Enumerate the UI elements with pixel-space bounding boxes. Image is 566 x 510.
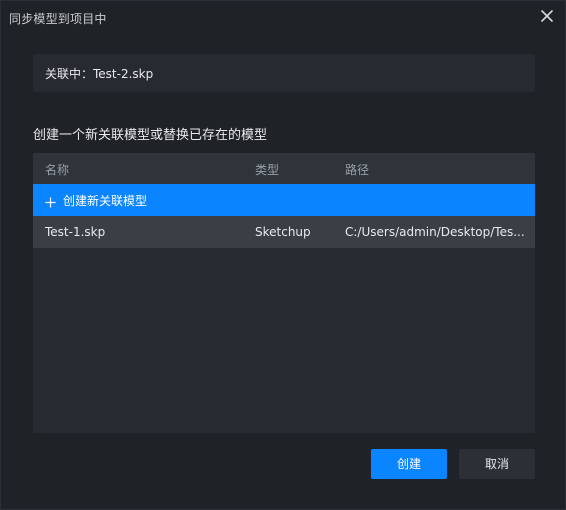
row-type: Sketchup [255, 225, 311, 239]
row-name: Test-1.skp [45, 225, 106, 239]
section-title: 创建一个新关联模型或替换已存在的模型 [33, 128, 268, 143]
column-header-path: 路径 [345, 163, 370, 177]
linked-model-text: 关联中：Test-2.skp [45, 67, 154, 81]
close-icon[interactable] [538, 7, 556, 25]
dialog-title: 同步模型到项目中 [9, 12, 107, 26]
cancel-button[interactable]: 取消 [459, 449, 535, 479]
create-new-model-row[interactable]: 创建新关联模型 [33, 184, 535, 216]
create-new-model-label: 创建新关联模型 [63, 194, 148, 208]
model-table: 名称 类型 路径 创建新关联模型 Test-1.skp Sketchup C:/… [33, 153, 535, 433]
create-button[interactable]: 创建 [371, 449, 447, 479]
plus-icon [45, 193, 56, 208]
row-path: C:/Users/admin/Desktop/Tes... [345, 225, 525, 239]
sync-model-dialog: 同步模型到项目中 关联中：Test-2.skp 创建一个新关联模型或替换已存在的… [0, 0, 566, 510]
column-header-name: 名称 [45, 163, 70, 177]
table-row[interactable]: Test-1.skp Sketchup C:/Users/admin/Deskt… [33, 216, 535, 248]
linked-model-box: 关联中：Test-2.skp [33, 54, 535, 92]
column-header-type: 类型 [255, 163, 280, 177]
table-header: 名称 类型 路径 [33, 153, 535, 184]
